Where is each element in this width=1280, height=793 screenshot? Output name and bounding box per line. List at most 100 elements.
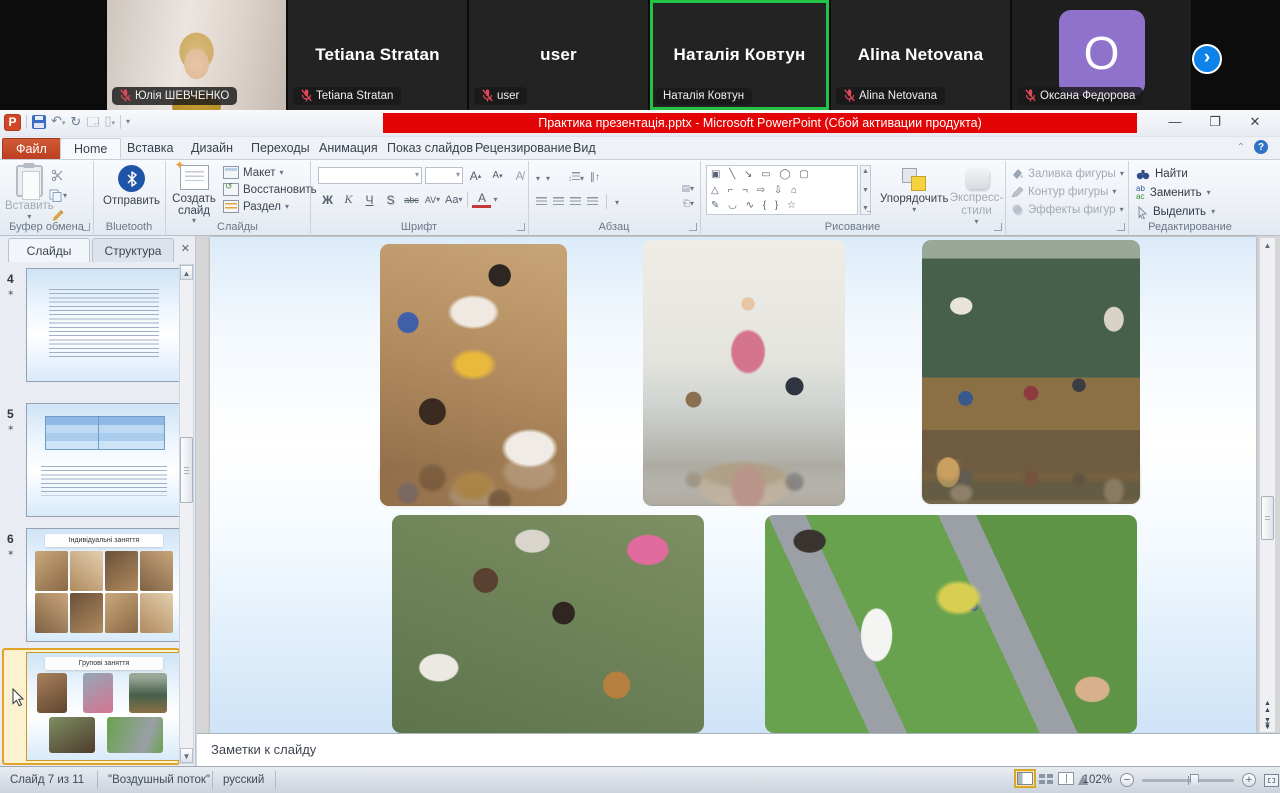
shapes-gallery-scroll[interactable]: ▲▼▼̲ xyxy=(860,165,871,215)
align-left-button[interactable] xyxy=(536,197,547,206)
save-button[interactable] xyxy=(32,115,46,129)
qat-extra-button[interactable]: ▯▾ xyxy=(104,113,115,132)
clear-formatting-button[interactable]: A̸ xyxy=(510,167,529,184)
slide-photo-road-playmat-game[interactable] xyxy=(765,515,1137,733)
shapes-row[interactable]: △ ⌐ ¬ ⇨ ⇩ ⌂ xyxy=(711,183,853,198)
shapes-row[interactable]: ▣ ╲ ↘ ▭ ◯ ▢ xyxy=(711,167,853,182)
tab-home[interactable]: Home xyxy=(60,138,121,159)
drawing-dialog-launcher[interactable] xyxy=(994,223,1002,231)
italic-button[interactable]: К xyxy=(339,191,358,208)
language-indicator[interactable]: русский xyxy=(213,767,274,793)
shapes-row[interactable]: ✎ ◡ ∿ { } ☆ xyxy=(711,198,853,213)
tab-insert[interactable]: Вставка xyxy=(114,138,186,159)
zoom-slider-thumb[interactable] xyxy=(1190,774,1199,787)
fit-slide-to-window-button[interactable] xyxy=(1264,774,1279,787)
slide-photo-children-floor-game[interactable] xyxy=(380,244,567,506)
underline-button[interactable]: Ч xyxy=(360,191,379,208)
columns-button[interactable]: ▾ xyxy=(615,192,619,210)
participant-tile-avatar[interactable]: O Оксана Федорова xyxy=(1012,0,1191,110)
scroll-up-arrow[interactable]: ▲ xyxy=(1260,238,1275,253)
reset-button[interactable]: Восстановить xyxy=(223,183,317,196)
zoom-out-button[interactable]: − xyxy=(1120,773,1134,787)
character-spacing-button[interactable]: AV▾ xyxy=(423,191,442,208)
font-name-combo[interactable] xyxy=(318,167,422,184)
font-color-caret[interactable]: ▾ xyxy=(493,196,497,204)
help-icon[interactable]: ? xyxy=(1254,140,1268,154)
collapse-ribbon-icon[interactable]: ⌃ xyxy=(1237,142,1245,153)
strikethrough-button[interactable]: abc xyxy=(402,191,421,208)
minimize-button[interactable]: — xyxy=(1162,112,1188,131)
bullets-button[interactable]: ▾ xyxy=(536,168,540,186)
zoom-percentage[interactable]: 102% xyxy=(1078,774,1112,786)
paste-button[interactable]: Вставить▾ xyxy=(5,165,54,221)
participant-tile[interactable]: user user xyxy=(469,0,648,110)
section-button[interactable]: Раздел▾ xyxy=(223,200,317,213)
slide-photo-children-group-mat[interactable] xyxy=(392,515,704,733)
slide-thumbnail-5[interactable] xyxy=(26,403,180,517)
close-button[interactable]: ✕ xyxy=(1242,112,1268,131)
close-panel-button[interactable]: ✕ xyxy=(181,242,190,255)
align-center-button[interactable] xyxy=(553,197,564,206)
quick-styles-button[interactable]: Экспресс-стили▾ xyxy=(948,167,1005,226)
align-right-button[interactable] xyxy=(570,197,581,206)
layout-button[interactable]: Макет▾ xyxy=(223,166,317,179)
replace-button[interactable]: abac Заменить▾ xyxy=(1136,184,1215,202)
participant-tile[interactable]: Tetiana Stratan Tetiana Stratan xyxy=(288,0,467,110)
slide-thumbnail-7[interactable]: Групові заняття xyxy=(26,652,180,761)
bluetooth-send-button[interactable]: Отправить xyxy=(103,165,160,208)
customize-qat-button[interactable]: ▾ xyxy=(126,114,130,130)
participant-tile[interactable]: Alina Netovana Alina Netovana xyxy=(831,0,1010,110)
slideshow-from-start-button[interactable]: 🗔 xyxy=(86,114,99,130)
animation-star-icon[interactable]: ✶ xyxy=(7,288,15,299)
slide-thumbnail-4[interactable] xyxy=(26,268,180,382)
undo-button[interactable]: ↶▾ xyxy=(51,113,65,132)
text-direction-button[interactable]: ∥↑ xyxy=(590,172,600,183)
reading-view-button[interactable] xyxy=(1058,772,1074,785)
scroll-thumb[interactable] xyxy=(1261,496,1274,540)
arrange-button[interactable]: Упорядочить▾ xyxy=(880,167,948,214)
next-slide-button[interactable]: ▼▼ xyxy=(1264,717,1271,731)
theme-name[interactable]: "Воздушный поток" xyxy=(98,767,220,793)
notes-pane[interactable]: Заметки к слайду xyxy=(197,733,1280,766)
convert-smartart-button[interactable]: ⎗▾ xyxy=(683,198,694,209)
bold-button[interactable]: Ж xyxy=(318,191,337,208)
vertical-scrollbar[interactable]: ▲ ▼ xyxy=(1259,237,1276,733)
font-size-combo[interactable] xyxy=(425,167,463,184)
shrink-font-button[interactable]: A▾ xyxy=(488,167,507,184)
scroll-up-arrow[interactable]: ▲ xyxy=(180,265,193,280)
line-spacing-button[interactable]: ↕▾ xyxy=(568,168,584,186)
panel-scrollbar[interactable]: ▲ ▼ xyxy=(179,264,194,764)
panel-scroll-thumb[interactable] xyxy=(180,437,193,503)
slide-thumbnail-6[interactable]: Індивідуальні заняття xyxy=(26,528,180,642)
numbering-button[interactable]: ▾ xyxy=(546,168,550,186)
clipboard-dialog-launcher[interactable] xyxy=(82,223,90,231)
paragraph-dialog-launcher[interactable] xyxy=(689,223,697,231)
slide-sorter-view-button[interactable] xyxy=(1038,772,1054,785)
restore-button[interactable]: ❐ xyxy=(1202,112,1228,131)
participant-tile-video[interactable]: Юлія ШЕВЧЕНКО xyxy=(107,0,286,110)
normal-view-button[interactable] xyxy=(1016,771,1034,786)
slide-photo-classroom-blackboard[interactable] xyxy=(922,240,1140,504)
previous-slide-button[interactable]: ▲▲ xyxy=(1264,700,1271,714)
tab-view[interactable]: Вид xyxy=(560,138,609,159)
shapes-gallery[interactable]: ▣ ╲ ↘ ▭ ◯ ▢ △ ⌐ ¬ ⇨ ⇩ ⌂ ✎ ◡ ∿ { } ☆ xyxy=(706,165,858,215)
zoom-in-button[interactable]: + xyxy=(1242,773,1256,787)
tab-outline[interactable]: Структура xyxy=(92,238,174,262)
next-participants-page-button[interactable]: › xyxy=(1192,44,1222,74)
zoom-slider-track[interactable] xyxy=(1142,779,1234,782)
shape-outline-button[interactable]: Контур фигуры▾ xyxy=(1011,183,1124,200)
justify-button[interactable] xyxy=(587,197,598,206)
slide-thumbnail-7-selected[interactable]: Групові заняття 7 ✶ xyxy=(2,648,180,765)
align-text-button[interactable]: ▤▾ xyxy=(681,183,694,194)
animation-star-icon[interactable]: ✶ xyxy=(7,423,15,434)
shape-fill-button[interactable]: Заливка фигуры▾ xyxy=(1011,165,1124,182)
format-dialog-launcher[interactable] xyxy=(1117,223,1125,231)
current-slide-canvas[interactable] xyxy=(210,237,1256,733)
font-color-button[interactable]: А xyxy=(472,191,491,208)
grow-font-button[interactable]: A▴ xyxy=(466,167,485,184)
cut-button[interactable] xyxy=(48,167,68,184)
redo-button[interactable]: ↻ xyxy=(70,114,81,130)
text-shadow-button[interactable]: S xyxy=(381,191,400,208)
new-slide-button[interactable]: Создать слайд▾ xyxy=(169,165,219,225)
powerpoint-logo-icon[interactable]: P xyxy=(4,114,21,131)
